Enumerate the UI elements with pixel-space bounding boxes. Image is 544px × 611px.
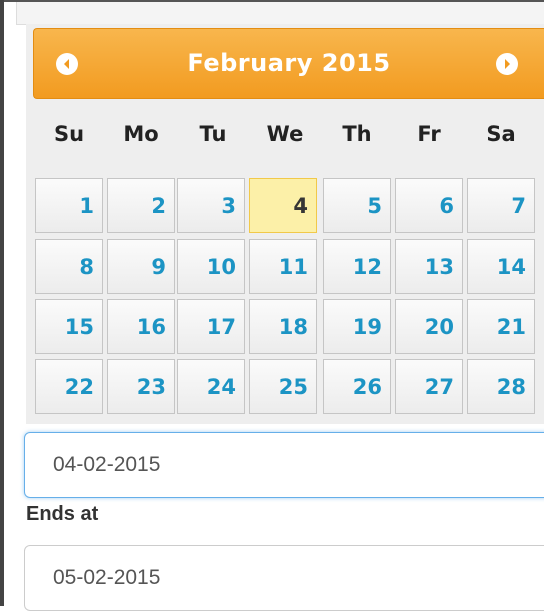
day-cell[interactable]: 10	[177, 239, 245, 294]
day-cell[interactable]: 28	[467, 359, 535, 414]
dow-saturday: Sa	[486, 122, 516, 146]
day-cell[interactable]: 11	[249, 239, 317, 294]
panel-top-strip	[16, 2, 544, 25]
end-date-input[interactable]: 05-02-2015	[24, 545, 544, 611]
day-cell-today[interactable]: 4	[249, 178, 317, 233]
month-title: February 2015	[187, 49, 391, 77]
dow-sunday: Su	[53, 122, 85, 146]
day-cell[interactable]: 18	[249, 299, 317, 354]
day-cell[interactable]: 19	[323, 299, 391, 354]
dow-friday: Fr	[417, 122, 441, 146]
day-cell[interactable]: 15	[35, 299, 103, 354]
day-cell[interactable]: 17	[177, 299, 245, 354]
dow-monday: Mo	[123, 122, 159, 146]
day-cell[interactable]: 7	[467, 178, 535, 233]
day-cell[interactable]: 1	[35, 178, 103, 233]
day-cell[interactable]: 27	[395, 359, 463, 414]
dow-tuesday: Tu	[199, 122, 227, 146]
day-cell[interactable]: 22	[35, 359, 103, 414]
next-month-button[interactable]	[496, 53, 518, 75]
day-cell[interactable]: 8	[35, 239, 103, 294]
day-cell[interactable]: 24	[177, 359, 245, 414]
day-cell[interactable]: 2	[107, 178, 175, 233]
day-cell[interactable]: 13	[395, 239, 463, 294]
day-cell[interactable]: 3	[177, 178, 245, 233]
day-cell[interactable]: 5	[323, 178, 391, 233]
days-of-week-row: Su Mo Tu We Th Fr Sa	[33, 122, 544, 162]
day-cell[interactable]: 12	[323, 239, 391, 294]
datepicker-header: February 2015	[33, 28, 544, 99]
day-cell[interactable]: 16	[107, 299, 175, 354]
dow-wednesday: We	[266, 122, 304, 146]
day-cell[interactable]: 25	[249, 359, 317, 414]
chevron-right-circle-icon	[505, 59, 510, 69]
day-cell[interactable]: 6	[395, 178, 463, 233]
day-cell[interactable]: 20	[395, 299, 463, 354]
day-cell[interactable]: 26	[323, 359, 391, 414]
day-cell[interactable]: 9	[107, 239, 175, 294]
start-date-input[interactable]: 04-02-2015	[24, 432, 544, 498]
dow-thursday: Th	[342, 122, 372, 146]
ends-at-label: Ends at	[26, 503, 99, 525]
panel-gutter	[4, 2, 16, 606]
day-cell[interactable]: 21	[467, 299, 535, 354]
day-cell[interactable]: 23	[107, 359, 175, 414]
day-cell[interactable]: 14	[467, 239, 535, 294]
